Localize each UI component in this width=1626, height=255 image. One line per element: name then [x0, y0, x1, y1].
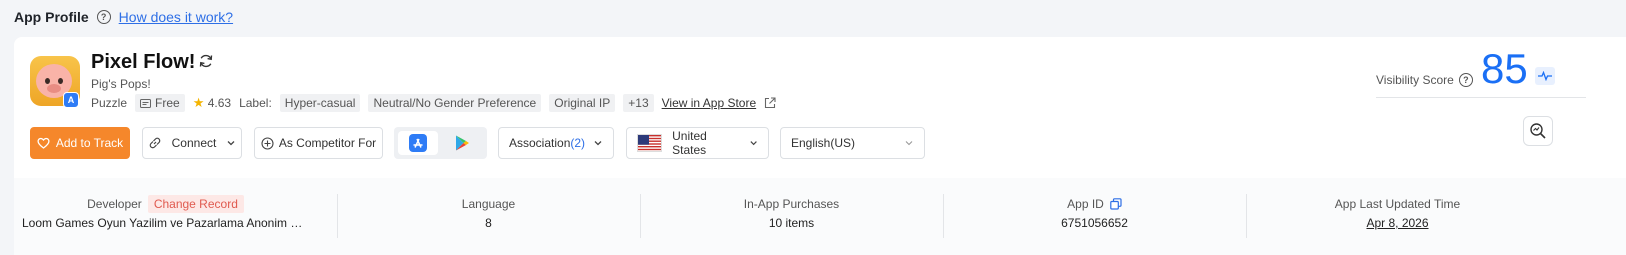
chevron-down-icon [594, 141, 602, 146]
association-count: (2) [570, 136, 586, 150]
add-to-track-label: Add to Track [55, 136, 124, 150]
language-label: English(US) [791, 136, 856, 150]
app-stats-row: Developer Change Record Loom Games Oyun … [14, 178, 1626, 255]
label-prefix: Label: [239, 96, 272, 110]
app-subtitle: Pig's Pops! [91, 77, 151, 91]
language-count-value: 8 [485, 216, 492, 230]
heart-icon [37, 137, 50, 149]
how-does-it-work-link[interactable]: How does it work? [119, 9, 233, 25]
app-category: Puzzle [91, 96, 128, 110]
view-in-app-store-link[interactable]: View in App Store [662, 96, 757, 110]
rating: ★ 4.63 [193, 95, 231, 111]
stat-label: App ID [1067, 197, 1104, 211]
stat-developer: Developer Change Record Loom Games Oyun … [14, 194, 317, 230]
as-competitor-button[interactable]: As Competitor For [254, 127, 383, 159]
label-chip: Hyper-casual [279, 94, 361, 112]
app-name: Pixel Flow! [91, 51, 196, 73]
store-toggle [394, 127, 487, 159]
add-to-track-button[interactable]: Add to Track [30, 127, 130, 159]
app-id-value: 6751056652 [1061, 216, 1128, 230]
link-icon [149, 137, 160, 149]
help-icon[interactable]: ? [1458, 73, 1473, 87]
plus-circle-icon [261, 136, 274, 150]
stat-label: Developer [87, 197, 142, 211]
stat-app-id: App ID 6751056652 [943, 194, 1246, 230]
stat-label: Language [461, 197, 516, 211]
search-analysis-icon[interactable] [1523, 116, 1553, 146]
chevron-down-icon [227, 141, 235, 146]
country-label: United States [672, 129, 707, 157]
visibility-score-label: Visibility Score ? [1376, 73, 1473, 87]
stat-label: In-App Purchases [743, 197, 840, 211]
copy-icon[interactable] [1110, 198, 1122, 210]
stat-in-app-purchases: In-App Purchases 10 items [640, 194, 943, 230]
help-icon[interactable]: ? [96, 10, 111, 24]
visibility-score-value: 85 [1481, 45, 1528, 92]
star-icon: ★ [192, 95, 205, 110]
external-link-icon[interactable] [764, 97, 776, 109]
stat-language: Language 8 [337, 194, 640, 230]
app-meta-row: Puzzle Free ★ 4.63 Label: Hyper-casual N… [91, 94, 776, 112]
chevron-down-icon [905, 141, 913, 146]
country-dropdown[interactable]: United States [626, 127, 769, 159]
price-label: Free [155, 96, 180, 110]
label-chip: Neutral/No Gender Preference [368, 94, 542, 112]
pulse-chart-icon[interactable] [1535, 67, 1555, 85]
language-dropdown[interactable]: English(US) [780, 127, 925, 159]
more-labels-chip[interactable]: +13 [623, 94, 654, 112]
change-record-badge[interactable]: Change Record [147, 195, 244, 213]
divider [1376, 97, 1586, 98]
google-play-option[interactable] [442, 131, 482, 155]
competitor-label: As Competitor For [278, 136, 377, 150]
developer-value[interactable]: Loom Games Oyun Yazilim ve Pazarlama Ano… [14, 216, 317, 230]
app-store-option[interactable] [398, 131, 438, 155]
app-profile-card: A Pixel Flow! Pig's Pops! Puzzle Free ★ … [14, 37, 1626, 255]
association-label: Association(2) [509, 136, 586, 150]
refresh-icon[interactable] [198, 53, 214, 69]
page-header: App Profile ? How does it work? [14, 7, 233, 27]
app-store-badge-icon: A [63, 92, 79, 108]
app-store-icon [409, 134, 427, 152]
last-updated-link[interactable]: Apr 8, 2026 [1366, 216, 1428, 230]
connect-button[interactable]: Connect [142, 127, 242, 159]
association-dropdown[interactable]: Association(2) [498, 127, 614, 159]
google-play-icon [456, 135, 469, 151]
chevron-down-icon [750, 141, 757, 146]
rating-value: 4.63 [207, 96, 232, 110]
connect-label: Connect [171, 136, 217, 150]
price-chip: Free [135, 94, 185, 112]
iap-value: 10 items [768, 216, 815, 230]
label-chip: Original IP [549, 94, 616, 112]
price-tag-icon [140, 98, 152, 108]
us-flag-icon [637, 134, 663, 152]
stat-last-updated: App Last Updated Time Apr 8, 2026 [1246, 194, 1549, 230]
stat-label: App Last Updated Time [1334, 197, 1461, 211]
page-title: App Profile [14, 9, 89, 25]
